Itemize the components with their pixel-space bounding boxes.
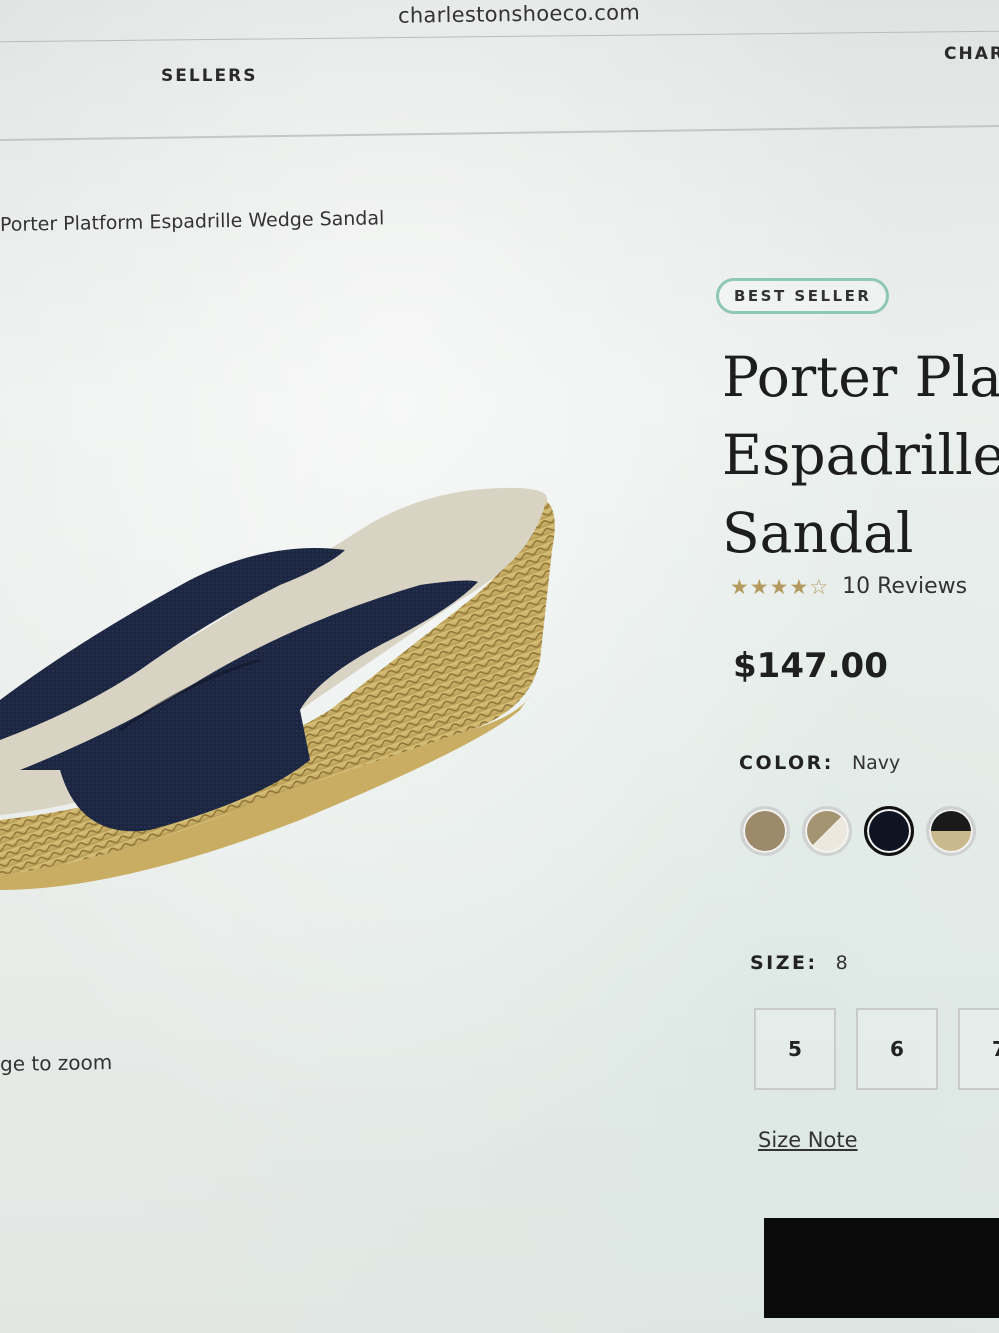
nav-charleston[interactable]: CHAR bbox=[944, 44, 999, 64]
half-star-icon: ☆ bbox=[809, 574, 829, 599]
size-options: 5 6 7 bbox=[754, 1008, 999, 1090]
rating-row[interactable]: ★★★★ ☆ 10 Reviews bbox=[730, 574, 967, 599]
zoom-hint: ge to zoom bbox=[0, 1050, 113, 1076]
reviews-link[interactable]: 10 Reviews bbox=[842, 574, 967, 599]
swatch-black-tan[interactable] bbox=[926, 806, 976, 856]
url-text[interactable]: charlestonshoeco.com bbox=[398, 0, 640, 27]
product-price: $147.00 bbox=[733, 646, 888, 686]
add-to-cart-button[interactable] bbox=[764, 1218, 999, 1318]
product-image[interactable] bbox=[0, 470, 570, 890]
size-option-6[interactable]: 6 bbox=[856, 1008, 938, 1090]
swatch-tan[interactable] bbox=[740, 806, 790, 856]
size-option-5[interactable]: 5 bbox=[754, 1008, 836, 1090]
color-label: COLOR: bbox=[739, 752, 834, 774]
swatch-navy[interactable] bbox=[864, 806, 914, 856]
color-swatches bbox=[740, 806, 976, 856]
selected-color: Navy bbox=[851, 752, 901, 774]
size-note-link[interactable]: Size Note bbox=[758, 1128, 858, 1152]
sandal-image bbox=[0, 487, 555, 890]
best-seller-badge: BEST SELLER bbox=[716, 278, 890, 314]
rating-stars-icon: ★★★★ bbox=[730, 574, 810, 599]
product-title: Porter Plat Espadrille Sandal bbox=[722, 345, 999, 565]
nav-best-sellers[interactable]: SELLERS bbox=[161, 66, 257, 86]
color-selector-label: COLOR: Navy bbox=[739, 752, 900, 774]
size-option-7[interactable]: 7 bbox=[958, 1008, 999, 1090]
swatch-sand-white[interactable] bbox=[802, 806, 852, 856]
selected-size: 8 bbox=[835, 952, 848, 974]
size-label: SIZE: bbox=[750, 952, 818, 974]
size-selector-label: SIZE: 8 bbox=[750, 952, 848, 974]
